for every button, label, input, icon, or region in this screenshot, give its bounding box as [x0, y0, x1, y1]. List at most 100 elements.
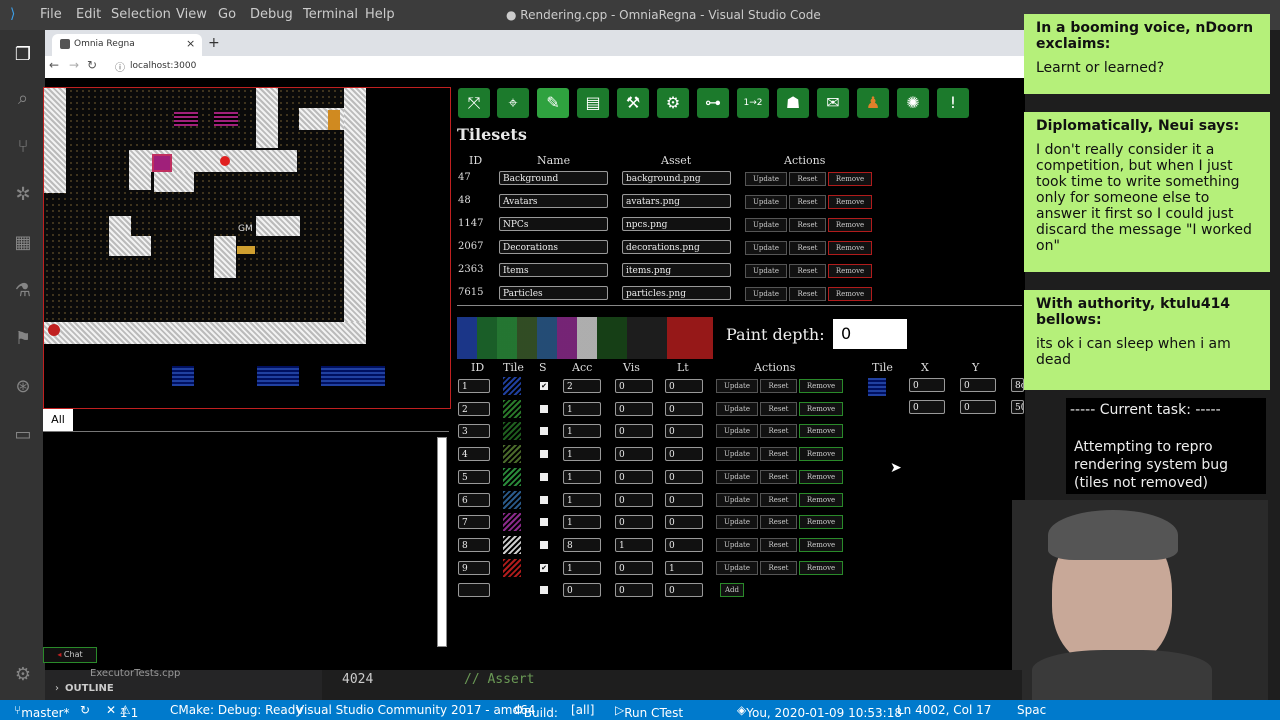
users-tool[interactable]: ☗	[777, 88, 809, 118]
sync-icon[interactable]: ↻	[80, 703, 90, 717]
tile-reset-button[interactable]: Reset	[760, 537, 797, 552]
tileset-asset-input[interactable]: items.png	[622, 263, 731, 277]
tile-id-input[interactable]: 8	[458, 537, 490, 552]
tile-reset-button[interactable]: Reset	[760, 424, 797, 439]
tile-id-input[interactable]: 3	[458, 424, 490, 439]
chat-tab-all[interactable]: All	[43, 409, 73, 431]
tile-solid-checkbox[interactable]	[540, 427, 548, 436]
character-tool[interactable]: ♟	[857, 88, 889, 118]
tile-acc-input[interactable]: 1	[563, 515, 601, 530]
tile-vis-input[interactable]: 0	[615, 424, 653, 439]
instance-x-input[interactable]: 0	[909, 378, 945, 392]
blame-status[interactable]: ◈ You, 2020-01-09 10:53:18	[737, 703, 902, 720]
indentation-status[interactable]: Spac	[1017, 703, 1046, 717]
tileset-name-input[interactable]: Background	[499, 171, 608, 185]
mail-tool[interactable]: ✉	[817, 88, 849, 118]
tile-remove-button[interactable]: Remove	[799, 560, 843, 575]
tile-solid-checkbox[interactable]	[540, 518, 548, 527]
tile-id-input[interactable]: 5	[458, 469, 490, 484]
instance-x-input[interactable]: 0	[909, 400, 945, 414]
address-url[interactable]: localhost:3000	[130, 61, 196, 71]
tile-solid-checkbox[interactable]	[540, 404, 548, 413]
tile-acc-input[interactable]: 1	[563, 447, 601, 462]
tile-id-input[interactable]: 2	[458, 401, 490, 416]
tileset-remove-button[interactable]: Remove	[828, 287, 872, 301]
menu-help[interactable]: Help	[365, 7, 395, 22]
build-target[interactable]: [all]	[571, 703, 594, 717]
tile-update-button[interactable]: Update	[716, 537, 758, 552]
bookmarks-icon[interactable]: ⚑	[12, 328, 34, 350]
code-editor[interactable]: 4024 // Assert	[322, 670, 1022, 700]
tile-update-button[interactable]: Update	[716, 469, 758, 484]
forward-icon[interactable]: →	[69, 58, 79, 72]
tile-vis-input[interactable]: 0	[615, 560, 653, 575]
ctest-status[interactable]: ▷ Run CTest	[615, 703, 683, 720]
tileset-reset-button[interactable]: Reset	[789, 195, 826, 209]
chat-button[interactable]: ◂ Chat	[43, 647, 97, 663]
tile-id-input[interactable]: 4	[458, 447, 490, 462]
tileset-asset-input[interactable]: background.png	[622, 171, 731, 185]
settings-tool[interactable]: ⚙	[657, 88, 689, 118]
tileset-remove-button[interactable]: Remove	[828, 172, 872, 186]
tile-vis-input[interactable]: 0	[615, 379, 653, 393]
tile-solid-checkbox[interactable]: ✔	[540, 563, 548, 572]
tileset-name-input[interactable]: Items	[499, 263, 608, 277]
tile-lt-input[interactable]: 0	[665, 424, 703, 439]
outline-file[interactable]: ExecutorTests.cpp	[90, 668, 180, 679]
tile-lt-input[interactable]: 0	[665, 447, 703, 462]
reload-icon[interactable]: ↻	[87, 58, 97, 72]
tileset-reset-button[interactable]: Reset	[789, 287, 826, 301]
problems-status[interactable]: ✕ 1 ⚠ 1	[106, 703, 138, 720]
tile-lt-input[interactable]: 0	[665, 469, 703, 484]
tile-acc-input[interactable]: 1	[563, 469, 601, 484]
menu-debug[interactable]: Debug	[250, 7, 293, 22]
tileset-reset-button[interactable]: Reset	[789, 218, 826, 232]
tile-solid-checkbox[interactable]	[540, 495, 548, 504]
tile-reset-button[interactable]: Reset	[760, 560, 797, 575]
tile-update-button[interactable]: Update	[716, 492, 758, 507]
terminal-icon[interactable]: ▭	[12, 424, 34, 446]
tile-lt-input[interactable]: 1	[665, 560, 703, 575]
tile-add-button[interactable]: Add	[720, 583, 744, 598]
tileset-asset-input[interactable]: avatars.png	[622, 194, 731, 208]
tile-solid-checkbox[interactable]	[540, 586, 548, 595]
tile-remove-button[interactable]: Remove	[799, 492, 843, 507]
tile-lt-input[interactable]: 0	[665, 401, 703, 416]
tileset-asset-input[interactable]: decorations.png	[622, 240, 731, 254]
tile-id-input[interactable]: 6	[458, 492, 490, 507]
tile-reset-button[interactable]: Reset	[760, 515, 797, 530]
tile-lt-input[interactable]: 0	[665, 583, 703, 598]
tile-id-input[interactable]: 1	[458, 379, 490, 393]
tile-update-button[interactable]: Update	[716, 379, 758, 393]
tile-remove-button[interactable]: Remove	[799, 401, 843, 416]
tileset-update-button[interactable]: Update	[745, 172, 787, 186]
tile-vis-input[interactable]: 0	[615, 447, 653, 462]
instance-extra-input[interactable]: 8c	[1011, 378, 1024, 392]
tileset-asset-input[interactable]: particles.png	[622, 286, 731, 300]
tileset-name-input[interactable]: Avatars	[499, 194, 608, 208]
tileset-update-button[interactable]: Update	[745, 195, 787, 209]
tile-reset-button[interactable]: Reset	[760, 492, 797, 507]
source-control-icon[interactable]: ⑂	[12, 136, 34, 158]
tile-solid-checkbox[interactable]	[540, 472, 548, 481]
menu-file[interactable]: File	[40, 7, 62, 22]
tile-reset-button[interactable]: Reset	[760, 401, 797, 416]
brush-tool[interactable]: ✎	[537, 88, 569, 118]
tile-reset-button[interactable]: Reset	[760, 447, 797, 462]
tile-update-button[interactable]: Update	[716, 401, 758, 416]
tile-acc-input[interactable]: 1	[563, 401, 601, 416]
build-status[interactable]: ⚙ Build:	[513, 703, 558, 720]
tile-vis-input[interactable]: 1	[615, 537, 653, 552]
tile-update-button[interactable]: Update	[716, 447, 758, 462]
tile-reset-button[interactable]: Reset	[760, 379, 797, 393]
tile-lt-input[interactable]: 0	[665, 515, 703, 530]
tile-acc-input[interactable]: 1	[563, 424, 601, 439]
tile-solid-checkbox[interactable]: ✔	[540, 382, 548, 390]
target-tool[interactable]: ⌖	[497, 88, 529, 118]
tileset-remove-button[interactable]: Remove	[828, 195, 872, 209]
tile-update-button[interactable]: Update	[716, 515, 758, 530]
menu-selection[interactable]: Selection	[111, 7, 171, 22]
bug-tool[interactable]: ✺	[897, 88, 929, 118]
tile-remove-button[interactable]: Remove	[799, 515, 843, 530]
tileset-update-button[interactable]: Update	[745, 218, 787, 232]
